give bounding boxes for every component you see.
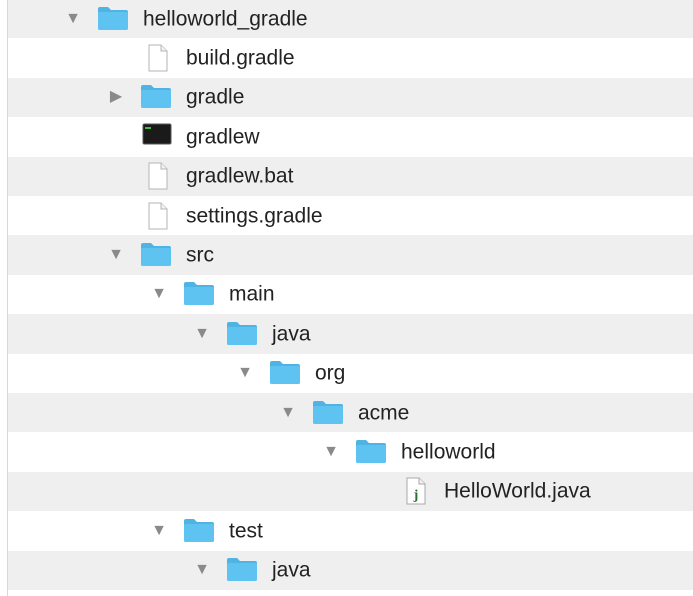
tree-item-label: java [272, 322, 311, 346]
tree-item-label: main [229, 282, 275, 306]
tree-row[interactable]: ▼ java [8, 314, 693, 354]
document-icon [146, 162, 178, 190]
tree-row[interactable]: ▼ helloworld [8, 432, 693, 471]
disclosure-triangle-expanded-icon[interactable]: ▼ [151, 522, 167, 539]
disclosure-triangle-expanded-icon[interactable]: ▼ [194, 325, 210, 342]
disclosure-triangle-expanded-icon[interactable]: ▼ [237, 365, 253, 381]
tree-item-label: gradlew.bat [186, 164, 294, 188]
tree-row[interactable]: ▼ helloworld_gradle [8, 0, 693, 39]
tree-row[interactable]: ▶ gradle [8, 77, 693, 118]
folder-icon [183, 517, 215, 545]
tree-row[interactable]: ▼ acme [8, 393, 693, 433]
tree-row[interactable]: ▼ test [8, 511, 693, 550]
tree-row[interactable]: build.gradle [8, 38, 693, 77]
tree-row[interactable]: ▼ org [8, 354, 693, 393]
tree-item-label: org [315, 361, 346, 385]
terminal-executable-icon [142, 123, 174, 151]
tree-item-label: HelloWorld.java [444, 479, 591, 503]
disclosure-triangle-expanded-icon[interactable]: ▼ [194, 562, 210, 578]
tree-row[interactable]: ▼ main [8, 275, 693, 314]
folder-icon [140, 83, 172, 111]
tree-row[interactable]: gradlew.bat [8, 156, 693, 196]
disclosure-triangle-expanded-icon[interactable]: ▼ [108, 247, 124, 263]
disclosure-triangle-collapsed-icon[interactable]: ▶ [110, 89, 122, 105]
tree-item-label: settings.gradle [186, 204, 323, 228]
document-icon [146, 202, 178, 230]
tree-item-label: acme [358, 401, 410, 425]
disclosure-triangle-expanded-icon[interactable]: ▼ [323, 444, 339, 460]
tree-row[interactable]: settings.gradle [8, 196, 693, 235]
tree-row[interactable]: j HelloWorld.java [8, 471, 693, 512]
folder-icon [269, 359, 301, 387]
disclosure-triangle-expanded-icon[interactable]: ▼ [151, 286, 167, 302]
folder-icon [355, 438, 387, 466]
document-icon [146, 44, 178, 72]
tree-item-label: gradlew [186, 125, 260, 149]
tree-row[interactable]: gradlew [8, 117, 693, 156]
tree-item-label: build.gradle [186, 46, 295, 70]
folder-icon [226, 320, 258, 348]
folder-icon [140, 241, 172, 269]
tree-row[interactable]: ▼ java [8, 550, 693, 590]
disclosure-triangle-expanded-icon[interactable]: ▼ [280, 404, 296, 421]
tree-item-label: helloworld_gradle [143, 7, 308, 31]
folder-icon [183, 280, 215, 308]
folder-icon [226, 556, 258, 584]
tree-row[interactable]: ▼ src [8, 235, 693, 275]
tree-item-label: test [229, 519, 263, 543]
tree-item-label: src [186, 243, 214, 267]
folder-icon [312, 399, 344, 427]
tree-item-label: helloworld [401, 440, 496, 464]
svg-text:j: j [413, 488, 419, 503]
tree-item-label: java [272, 558, 311, 582]
folder-icon [97, 5, 129, 33]
file-tree: ▼ helloworld_gradle build.gradle ▶ gradle gra… [0, 0, 693, 596]
disclosure-triangle-expanded-icon[interactable]: ▼ [65, 10, 81, 27]
tree-item-label: gradle [186, 85, 245, 109]
java-file-icon: j [404, 477, 436, 505]
